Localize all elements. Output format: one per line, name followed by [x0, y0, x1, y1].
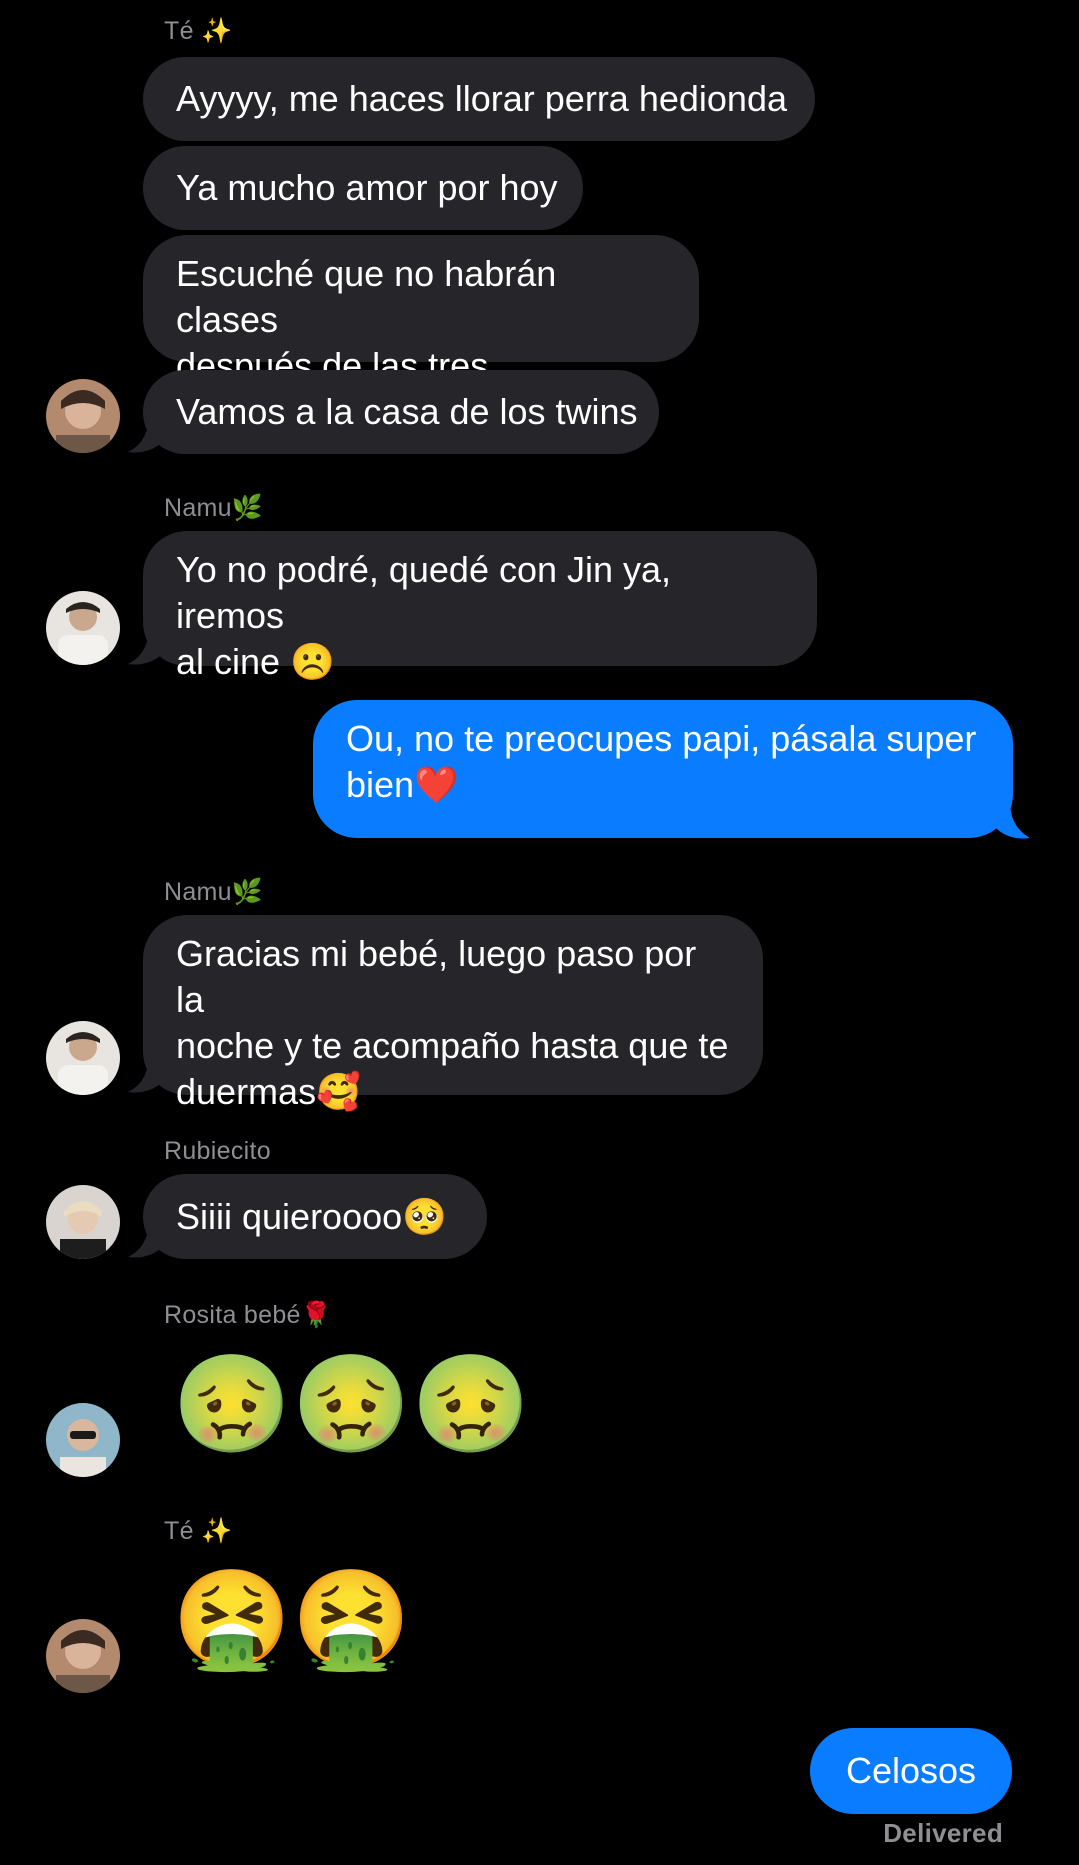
delivery-status: Delivered: [883, 1818, 1003, 1848]
sender-name: Té ✨: [164, 1517, 233, 1545]
outgoing-message-bubble[interactable]: Celosos: [810, 1728, 1012, 1814]
bubble-tail: [128, 636, 162, 665]
sender-name: Namu🌿: [164, 878, 264, 906]
outgoing-message-bubble[interactable]: Ou, no te preocupes papi, pásala super b…: [313, 700, 1013, 838]
message-text: bien❤️: [346, 764, 459, 805]
sender-name: Namu🌿: [164, 494, 264, 522]
emoji-message[interactable]: 🤮🤮: [172, 1565, 411, 1675]
message-text: Vamos a la casa de los twins: [176, 391, 638, 432]
avatar[interactable]: [46, 1619, 120, 1693]
sender-name: Rubiecito: [164, 1137, 271, 1165]
message-bubble[interactable]: Ya mucho amor por hoy: [143, 146, 583, 230]
message-text: Yo no podré, quedé con Jin ya, iremos: [176, 549, 672, 636]
message-text: Celosos: [845, 1750, 977, 1791]
message-text: duermas🥰: [176, 1071, 361, 1112]
message-text: Siiii quieroooo🥺: [176, 1195, 447, 1237]
bubble-tail: [128, 1229, 162, 1258]
sender-name: Té ✨: [164, 17, 233, 45]
message-text: noche y te acompaño hasta que te: [176, 1025, 729, 1066]
message-text: Escuché que no habrán clases: [176, 253, 557, 340]
message-bubble[interactable]: Vamos a la casa de los twins: [143, 370, 659, 454]
emoji-message[interactable]: 🤢🤢🤢: [172, 1350, 531, 1460]
avatar[interactable]: [46, 1185, 120, 1259]
bubble-tail: [996, 806, 1030, 839]
avatar[interactable]: [46, 379, 120, 453]
message-text: Ya mucho amor por hoy: [176, 167, 558, 208]
bubble-tail: [128, 1064, 162, 1093]
message-bubble[interactable]: Gracias mi bebé, luego paso por la noche…: [143, 915, 763, 1112]
message-text: Ayyyy, me haces llorar perra hedionda: [176, 78, 787, 119]
avatar[interactable]: [46, 1021, 120, 1095]
message-bubble[interactable]: Escuché que no habrán clases después de …: [143, 235, 699, 386]
message-text: Ou, no te preocupes papi, pásala super: [346, 718, 977, 759]
message-bubble[interactable]: Yo no podré, quedé con Jin ya, iremos al…: [143, 531, 817, 682]
message-bubble[interactable]: Ayyyy, me haces llorar perra hedionda: [143, 57, 815, 141]
bubble-tail: [128, 424, 162, 453]
message-text: Gracias mi bebé, luego paso por la: [176, 933, 697, 1020]
sender-name: Rosita bebé🌹: [164, 1301, 333, 1329]
message-text: al cine ☹️: [176, 641, 335, 682]
avatar[interactable]: [46, 591, 120, 665]
avatar[interactable]: [46, 1403, 120, 1477]
message-bubble[interactable]: Siiii quieroooo🥺: [143, 1174, 487, 1259]
